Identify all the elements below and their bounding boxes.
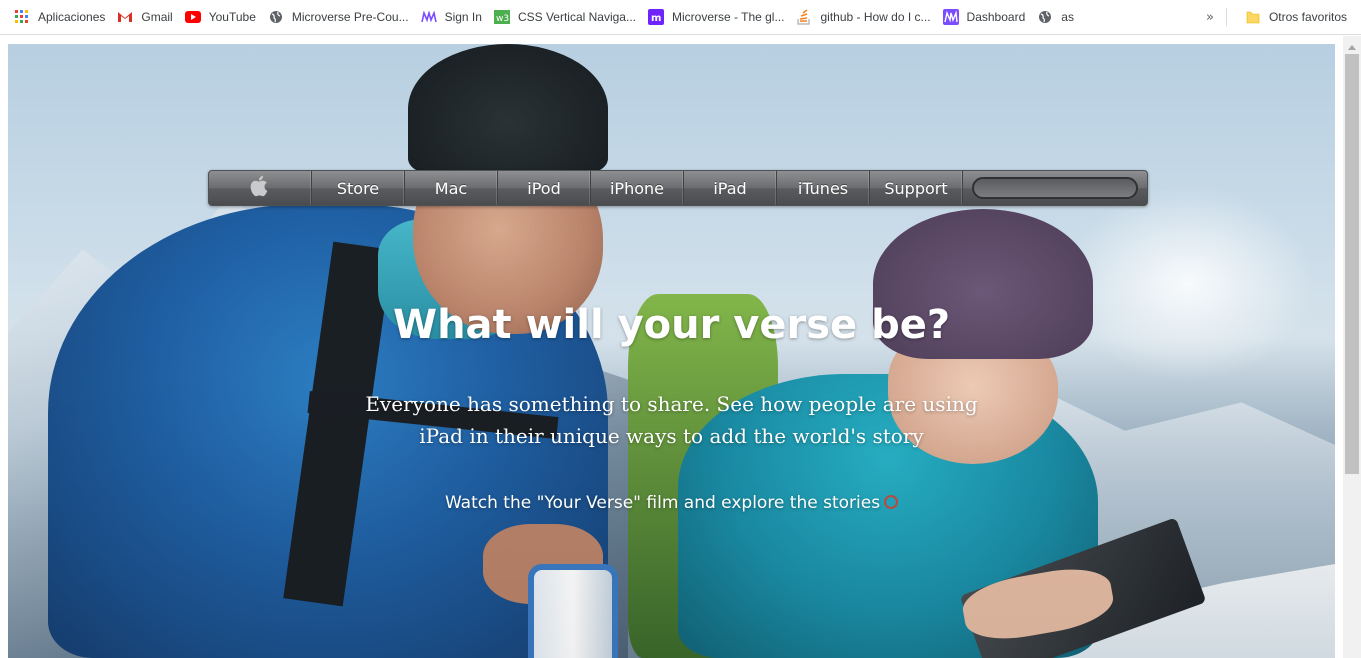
nav-store[interactable]: Store bbox=[312, 171, 405, 205]
bookmark-otros-favoritos[interactable]: Otros favoritos bbox=[1239, 3, 1353, 31]
hero-title: What will your verse be? bbox=[392, 302, 951, 348]
scroll-up-arrow-icon[interactable] bbox=[1343, 40, 1361, 54]
bookmark-label: Gmail bbox=[141, 10, 173, 24]
folder-icon bbox=[1245, 9, 1261, 25]
bookmarks-bar: Aplicaciones Gmail YouTube Microverse Pr… bbox=[0, 0, 1361, 35]
w3-icon: w3 bbox=[493, 9, 510, 25]
bookmark-label: Aplicaciones bbox=[38, 10, 106, 24]
bookmark-label: Dashboard bbox=[966, 10, 1026, 24]
hero-section: Store Mac iPod iPhone iPad iTunes Suppor… bbox=[8, 44, 1335, 658]
bookmark-microverse-global[interactable]: m Microverse - The gl... bbox=[642, 3, 790, 31]
bookmark-label: Microverse Pre-Cou... bbox=[291, 10, 409, 24]
bookmarks-separator bbox=[1225, 8, 1227, 26]
nav-support[interactable]: Support bbox=[870, 171, 963, 205]
hero-link-label: Watch the "Your Verse" film and explore … bbox=[444, 493, 881, 513]
bookmark-label: Sign In bbox=[444, 10, 482, 24]
apps-grid-icon bbox=[14, 9, 30, 25]
hero-subtitle: Everyone has something to share. See how… bbox=[365, 392, 978, 448]
scrollbar-thumb[interactable] bbox=[1345, 54, 1359, 474]
bookmarks-overflow-button[interactable]: » bbox=[1206, 10, 1214, 25]
bookmark-github-question[interactable]: github - How do I c... bbox=[790, 3, 936, 31]
bookmark-microverse-precourse[interactable]: Microverse Pre-Cou... bbox=[262, 3, 415, 31]
gmail-icon bbox=[117, 9, 133, 25]
hero-overlay bbox=[8, 44, 1335, 658]
bookmark-aplicaciones[interactable]: Aplicaciones bbox=[8, 3, 111, 31]
bookmark-label: as bbox=[1061, 10, 1074, 24]
svg-text:w3: w3 bbox=[496, 14, 509, 24]
globe-icon bbox=[1037, 9, 1053, 25]
bookmark-as[interactable]: as bbox=[1031, 3, 1080, 31]
search-input[interactable] bbox=[972, 177, 1138, 199]
nav-iphone[interactable]: iPhone bbox=[591, 171, 684, 205]
apple-logo-icon bbox=[249, 174, 271, 202]
bookmark-label: CSS Vertical Naviga... bbox=[517, 10, 636, 24]
bookmark-dashboard[interactable]: Dashboard bbox=[937, 3, 1032, 31]
youtube-icon bbox=[184, 9, 201, 25]
nav-search bbox=[963, 171, 1147, 205]
nav-itunes[interactable]: iTunes bbox=[777, 171, 870, 205]
bookmark-youtube[interactable]: YouTube bbox=[179, 3, 262, 31]
bookmark-gmail[interactable]: Gmail bbox=[111, 3, 178, 31]
bookmark-sign-in[interactable]: Sign In bbox=[415, 3, 488, 31]
hero-watch-link[interactable]: Watch the "Your Verse" film and explore … bbox=[8, 493, 1335, 513]
bookmark-label: Otros favoritos bbox=[1268, 10, 1347, 24]
bookmark-label: github - How do I c... bbox=[820, 10, 931, 24]
main-nav: Store Mac iPod iPhone iPad iTunes Suppor… bbox=[208, 170, 1148, 206]
globe-icon bbox=[268, 9, 284, 25]
microverse-icon bbox=[942, 9, 959, 25]
vertical-scrollbar[interactable] bbox=[1343, 36, 1361, 658]
nav-ipad[interactable]: iPad bbox=[684, 171, 777, 205]
bookmark-css-vertical[interactable]: w3 CSS Vertical Naviga... bbox=[488, 3, 642, 31]
svg-text:m: m bbox=[651, 13, 661, 24]
bookmark-label: YouTube bbox=[208, 10, 256, 24]
nav-mac[interactable]: Mac bbox=[405, 171, 498, 205]
bookmark-label: Microverse - The gl... bbox=[672, 10, 785, 24]
nav-ipod[interactable]: iPod bbox=[498, 171, 591, 205]
microverse-icon bbox=[420, 9, 437, 25]
stackoverflow-icon bbox=[796, 9, 812, 25]
arrow-circle-icon bbox=[884, 495, 899, 509]
apple-logo-link[interactable] bbox=[209, 171, 312, 205]
microverse-m-icon: m bbox=[648, 9, 664, 25]
